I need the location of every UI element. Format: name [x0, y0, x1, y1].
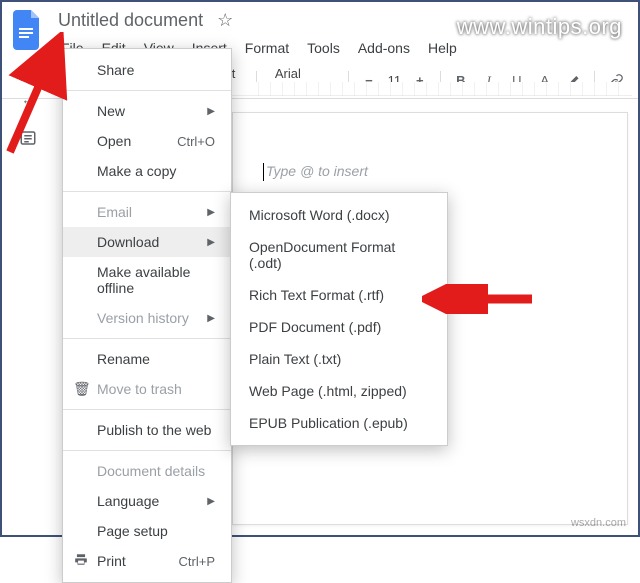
- download-rtf[interactable]: Rich Text Format (.rtf): [231, 279, 447, 311]
- shortcut-label: Ctrl+P: [179, 554, 215, 569]
- trash-icon: 🗑: [73, 381, 89, 398]
- submenu-arrow-icon: ▶: [207, 313, 215, 324]
- menu-make-copy[interactable]: Make a copy: [63, 156, 231, 186]
- submenu-arrow-icon: ▶: [207, 237, 215, 248]
- menu-publish-web[interactable]: Publish to the web: [63, 415, 231, 445]
- download-pdf[interactable]: PDF Document (.pdf): [231, 311, 447, 343]
- menu-email[interactable]: Email▶: [63, 197, 231, 227]
- menu-open[interactable]: OpenCtrl+O: [63, 126, 231, 156]
- document-title[interactable]: Untitled document: [54, 8, 207, 33]
- menu-addons[interactable]: Add-ons: [351, 37, 417, 59]
- menu-download[interactable]: Download▶: [63, 227, 231, 257]
- menu-format[interactable]: Format: [238, 37, 296, 59]
- menu-share[interactable]: Share: [63, 55, 231, 85]
- outline-icon[interactable]: [15, 125, 41, 154]
- menu-document-details[interactable]: Document details: [63, 456, 231, 486]
- submenu-arrow-icon: ▶: [207, 207, 215, 218]
- menu-version-history[interactable]: Version history▶: [63, 303, 231, 333]
- download-txt[interactable]: Plain Text (.txt): [231, 343, 447, 375]
- menu-make-offline[interactable]: Make available offline: [63, 257, 231, 303]
- download-epub[interactable]: EPUB Publication (.epub): [231, 407, 447, 439]
- insert-placeholder: Type @ to insert: [263, 163, 368, 181]
- menu-rename[interactable]: Rename: [63, 344, 231, 374]
- download-submenu: Microsoft Word (.docx) OpenDocument Form…: [230, 192, 448, 446]
- menu-tools[interactable]: Tools: [300, 37, 347, 59]
- star-icon[interactable]: ☆: [217, 10, 233, 31]
- shortcut-label: Ctrl+O: [177, 134, 215, 149]
- back-icon[interactable]: ←: [18, 88, 39, 111]
- print-icon: [73, 553, 89, 570]
- menu-language[interactable]: Language▶: [63, 486, 231, 516]
- docs-app-icon[interactable]: [10, 8, 46, 52]
- submenu-arrow-icon: ▶: [207, 496, 215, 507]
- menu-print[interactable]: PrintCtrl+P: [63, 546, 231, 576]
- file-menu-dropdown: Share New▶ OpenCtrl+O Make a copy Email▶…: [62, 48, 232, 583]
- download-odt[interactable]: OpenDocument Format (.odt): [231, 231, 447, 279]
- submenu-arrow-icon: ▶: [207, 106, 215, 117]
- download-html[interactable]: Web Page (.html, zipped): [231, 375, 447, 407]
- menu-new[interactable]: New▶: [63, 96, 231, 126]
- menu-help[interactable]: Help: [421, 37, 464, 59]
- download-docx[interactable]: Microsoft Word (.docx): [231, 199, 447, 231]
- menu-move-to-trash[interactable]: 🗑 Move to trash: [63, 374, 231, 404]
- menu-page-setup[interactable]: Page setup: [63, 516, 231, 546]
